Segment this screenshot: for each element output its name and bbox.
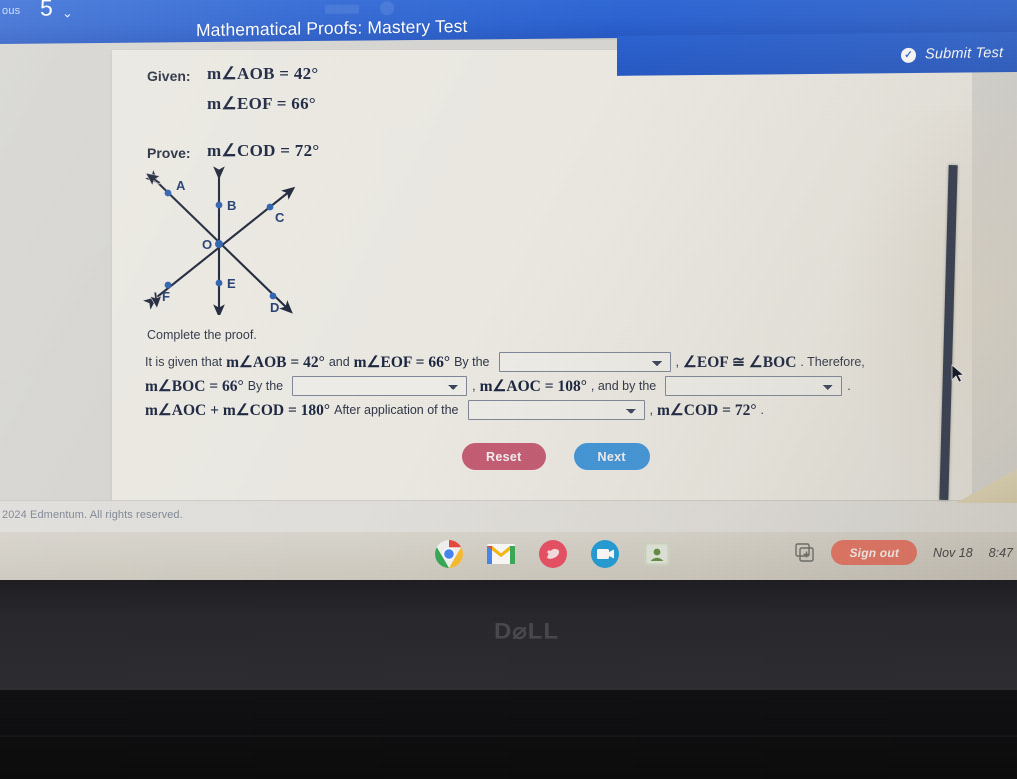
submit-test-button[interactable]: ✓ Submit Test (900, 45, 1003, 63)
header-ghost-dot (380, 1, 394, 16)
proof-line-1: It is given that m∠AOB = 42° and m∠EOF =… (145, 350, 945, 374)
proof-text: . (847, 379, 851, 393)
chrome-icon[interactable] (434, 539, 464, 569)
check-circle-icon: ✓ (900, 47, 916, 63)
proof-line-3: m∠AOC + m∠COD = 180° After application o… (145, 398, 945, 422)
laptop-photo: Given: m∠AOB = 42° m∠EOF = 66° Prove: m∠… (0, 0, 1017, 779)
reason-dropdown-3[interactable] (665, 376, 843, 396)
prove-line: m∠COD = 72° (207, 141, 320, 160)
point-e (215, 279, 223, 287)
proof-math: m∠EOF = 66° (353, 353, 451, 371)
prove-label: Prove: (147, 145, 191, 161)
action-buttons: Reset Next (462, 443, 650, 470)
proof-math: m∠AOB = 42° (226, 353, 325, 371)
screen-capture-icon[interactable] (795, 542, 815, 563)
proof-line-2: m∠BOC = 66° By the , m∠AOC = 108° , and … (145, 374, 945, 398)
proof-text: , (675, 355, 679, 369)
meet-icon[interactable] (590, 539, 620, 569)
label-c: C (275, 210, 285, 225)
header-ghost-pill (325, 4, 359, 14)
intersecting-lines-diagram: A B C O E F D (140, 165, 330, 318)
classroom-icon[interactable] (642, 539, 672, 569)
reason-dropdown-2[interactable] (292, 376, 468, 396)
reason-dropdown-1[interactable] (498, 352, 671, 372)
mouse-cursor (951, 364, 965, 383)
given-label: Given: (147, 68, 191, 84)
point-b (215, 201, 223, 209)
reset-button[interactable]: Reset (462, 443, 546, 470)
diagram-svg: A B C O E F D (143, 166, 296, 318)
previous-label[interactable]: ous (2, 5, 20, 17)
pink-app-icon[interactable] (538, 539, 568, 569)
taskbar-date[interactable]: Nov 18 (933, 546, 973, 560)
proof-text: It is given that (145, 355, 223, 369)
label-f: F (162, 289, 170, 304)
proof-body: It is given that m∠AOB = 42° and m∠EOF =… (145, 350, 945, 422)
proof-math: m∠COD = 72° (657, 401, 757, 419)
page-number: 5 (40, 0, 53, 21)
reason-dropdown-4[interactable] (467, 400, 645, 420)
given-line-2: m∠EOF = 66° (207, 94, 317, 113)
taskbar-tray: Sign out Nov 18 8:47 (795, 540, 1013, 565)
chevron-down-icon[interactable]: ⌄ (62, 5, 73, 21)
page-title: Mathematical Proofs: Mastery Test (196, 15, 468, 41)
proof-text: After application of the (334, 403, 459, 417)
proof-math: ∠EOF ≅ ∠BOC (682, 353, 797, 371)
deck-seam (0, 735, 1017, 737)
page-body: Given: m∠AOB = 42° m∠EOF = 66° Prove: m∠… (0, 40, 1017, 510)
copyright-text: 2024 Edmentum. All rights reserved. (2, 509, 183, 521)
proof-text: , (472, 379, 476, 393)
point-o (215, 240, 223, 248)
given-line-1: m∠AOB = 42° (207, 64, 319, 83)
proof-math: m∠AOC + m∠COD = 180° (145, 401, 331, 419)
label-d: D (270, 300, 279, 315)
next-button[interactable]: Next (573, 443, 650, 470)
label-b: B (227, 198, 236, 213)
gmail-icon[interactable] (486, 539, 516, 569)
label-o: O (202, 237, 212, 252)
question-card: Given: m∠AOB = 42° m∠EOF = 66° Prove: m∠… (112, 50, 972, 502)
point-c (266, 203, 274, 211)
proof-text: By the (247, 379, 284, 393)
page-footer: 2024 Edmentum. All rights reserved. (0, 500, 1017, 532)
proof-text: , and by the (590, 379, 657, 393)
proof-text: By the (454, 355, 490, 369)
proof-text: . (760, 403, 765, 417)
proof-text: . Therefore, (800, 355, 865, 369)
label-e: E (227, 276, 236, 291)
taskbar-launchers (434, 539, 672, 569)
proof-text: and (328, 355, 350, 369)
point-a (164, 189, 172, 197)
sign-out-button[interactable]: Sign out (831, 540, 918, 565)
proof-math: m∠BOC = 66° (145, 377, 244, 395)
submit-test-label: Submit Test (924, 45, 1003, 63)
os-taskbar: Sign out Nov 18 8:47 (0, 532, 1017, 580)
point-d (269, 292, 277, 300)
complete-proof-instruction: Complete the proof. (147, 328, 257, 342)
point-f (164, 281, 172, 289)
laptop-screen: Given: m∠AOB = 42° m∠EOF = 66° Prove: m∠… (0, 0, 1017, 580)
proof-math: m∠AOC = 108° (479, 377, 587, 395)
label-a: A (176, 178, 186, 193)
dell-logo: D⌀LL (494, 619, 560, 644)
taskbar-time[interactable]: 8:47 (989, 546, 1013, 560)
proof-text: , (649, 403, 653, 417)
